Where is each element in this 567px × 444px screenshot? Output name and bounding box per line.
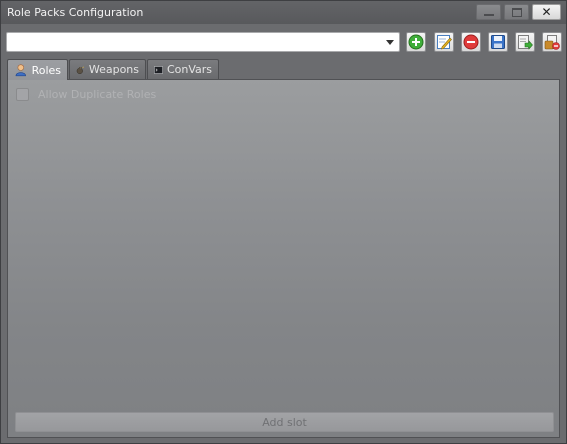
grenade-icon xyxy=(76,66,84,74)
tab-roles-label: Roles xyxy=(31,63,61,77)
title-bar[interactable]: Role Packs Configuration ✕ xyxy=(1,1,566,24)
allow-duplicate-roles-checkbox[interactable] xyxy=(16,88,29,101)
pencil-icon xyxy=(437,35,452,50)
maximize-button[interactable] xyxy=(504,4,529,20)
export-icon xyxy=(544,35,560,50)
save-pack-button[interactable] xyxy=(488,32,508,52)
tab-weapons[interactable]: Weapons xyxy=(69,59,146,79)
minus-circle-icon xyxy=(463,34,479,50)
close-icon: ✕ xyxy=(541,5,552,19)
add-pack-button[interactable] xyxy=(406,32,426,52)
roles-panel: Allow Duplicate Roles Add slot xyxy=(7,79,560,438)
import-icon xyxy=(518,35,533,50)
user-icon xyxy=(15,64,26,77)
tab-convars-label: ConVars xyxy=(166,63,212,76)
add-slot-button[interactable]: Add slot xyxy=(15,412,554,432)
allow-duplicate-roles-label: Allow Duplicate Roles xyxy=(38,88,157,101)
minimize-icon xyxy=(483,14,494,16)
plus-circle-icon xyxy=(408,34,424,50)
allow-duplicate-roles-row: Allow Duplicate Roles xyxy=(16,88,156,101)
add-slot-label: Add slot xyxy=(262,415,307,429)
console-icon xyxy=(154,65,163,74)
export-pack-button[interactable] xyxy=(542,32,562,52)
edit-pack-button[interactable] xyxy=(434,32,454,52)
floppy-disk-icon xyxy=(491,35,505,49)
role-pack-select[interactable] xyxy=(6,32,400,52)
window-title: Role Packs Configuration xyxy=(7,6,144,19)
remove-pack-button[interactable] xyxy=(461,32,481,52)
minimize-button[interactable] xyxy=(476,4,501,20)
chevron-down-icon[interactable] xyxy=(386,40,394,45)
tab-weapons-label: Weapons xyxy=(88,63,139,76)
maximize-icon xyxy=(511,7,522,17)
import-pack-button[interactable] xyxy=(515,32,535,52)
close-button[interactable]: ✕ xyxy=(532,4,561,20)
tab-roles[interactable]: Roles xyxy=(7,59,68,80)
tab-convars[interactable]: ConVars xyxy=(147,59,219,79)
role-packs-window: Role Packs Configuration ✕ Roles Weapons… xyxy=(0,0,567,444)
